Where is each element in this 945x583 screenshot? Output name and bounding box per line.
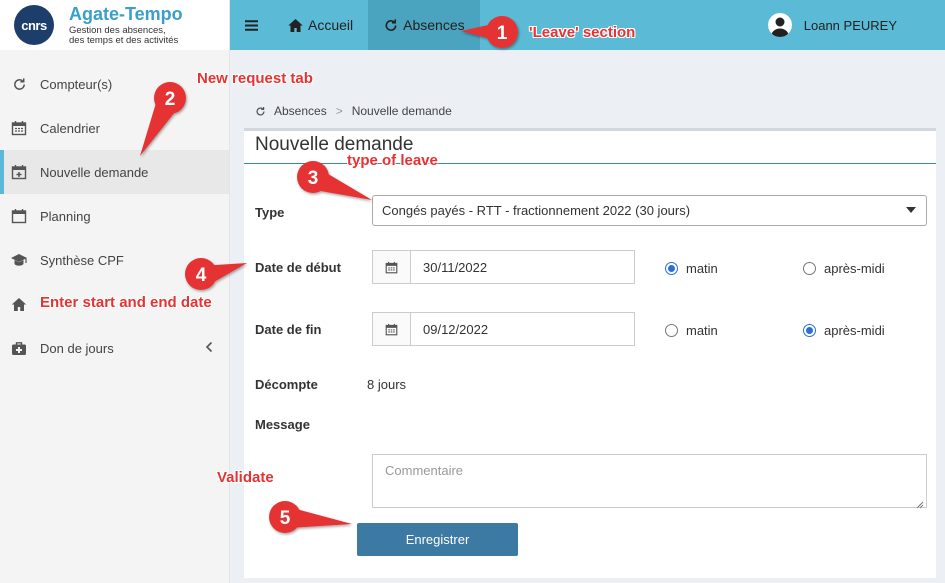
sidebar-item-label: Compteur(s): [40, 76, 113, 92]
breadcrumb-absences[interactable]: Absences: [274, 104, 327, 118]
breadcrumb-separator: >: [335, 104, 343, 118]
topnav-label: Absences: [403, 17, 465, 33]
sidebar-item-label: Calendrier: [40, 120, 100, 136]
count-label: Décompte: [255, 377, 318, 392]
menu-toggle-icon[interactable]: [230, 0, 272, 50]
annotation-4-text: Enter start and end date: [40, 294, 212, 311]
resize-grip-icon[interactable]: [916, 497, 924, 509]
radio-checked[interactable]: [665, 262, 678, 275]
end-morning-radio[interactable]: matin: [665, 323, 718, 338]
end-date-field[interactable]: 09/12/2022: [372, 312, 635, 346]
app-subtitle-2: des temps et des activités: [69, 34, 179, 46]
start-date-field[interactable]: 30/11/2022: [372, 250, 635, 284]
sidebar-item-planning[interactable]: Planning: [0, 194, 229, 238]
breadcrumb: Absences > Nouvelle demande: [255, 104, 452, 118]
radio-unchecked[interactable]: [803, 262, 816, 275]
cnrs-logo[interactable]: cnrs: [14, 5, 54, 45]
sidebar-item-label: Planning: [40, 208, 91, 224]
leave-type-select[interactable]: Congés payés - RTT - fractionnement 2022…: [372, 195, 927, 226]
calendar-icon: [10, 119, 28, 137]
topnav-accueil[interactable]: Accueil: [272, 0, 368, 50]
save-button[interactable]: Enregistrer: [357, 523, 518, 556]
medkit-icon: [10, 339, 28, 357]
sidebar-item-label: Synthèse CPF: [40, 252, 124, 268]
radio-label: matin: [686, 261, 718, 276]
sidebar-item-compteurs[interactable]: Compteur(s): [0, 62, 229, 106]
annotation-1-text: 'Leave' section: [529, 24, 636, 41]
sidebar-nav: Compteur(s) Calendrier Nouvelle demande …: [0, 62, 229, 370]
radio-checked[interactable]: [803, 324, 816, 337]
calendar-icon[interactable]: [373, 251, 411, 283]
comment-textarea[interactable]: Commentaire: [372, 454, 927, 509]
user-name: Loann PEUREY: [803, 17, 897, 33]
home-icon: [10, 295, 28, 313]
sidebar-item-synthese-cpf[interactable]: Synthèse CPF: [0, 238, 229, 282]
sidebar-item-label: Don de jours: [40, 340, 114, 356]
home-icon: [287, 18, 304, 33]
refresh-icon: [383, 18, 399, 33]
caret-down-icon: [906, 207, 916, 213]
user-menu[interactable]: Loann PEUREY: [767, 0, 897, 50]
topnav-label: Accueil: [308, 17, 354, 33]
graduation-cap-icon: [10, 251, 28, 269]
calendar-icon[interactable]: [373, 313, 411, 345]
type-label: Type: [255, 205, 285, 220]
sidebar-item-don-de-jours[interactable]: Don de jours: [0, 326, 229, 370]
sidebar-item-calendrier[interactable]: Calendrier: [0, 106, 229, 150]
end-date-label: Date de fin: [255, 322, 322, 337]
logo-area: cnrs Agate-Tempo Gestion des absences, d…: [0, 0, 229, 50]
start-date-value[interactable]: 30/11/2022: [411, 251, 487, 283]
end-date-value[interactable]: 09/12/2022: [411, 313, 488, 345]
calendar-plus-icon: [10, 163, 28, 181]
annotation-5-text: Validate: [217, 469, 274, 486]
comment-placeholder: Commentaire: [385, 463, 464, 478]
radio-label: après-midi: [824, 323, 885, 338]
app-subtitle-1: Gestion des absences,: [69, 24, 166, 36]
count-value: 8 jours: [367, 377, 407, 392]
sidebar: cnrs Agate-Tempo Gestion des absences, d…: [0, 0, 230, 583]
topnav-absences[interactable]: Absences: [368, 0, 480, 50]
radio-label: matin: [686, 323, 718, 338]
leave-type-value: Congés payés - RTT - fractionnement 2022…: [382, 203, 691, 218]
start-afternoon-radio[interactable]: après-midi: [803, 261, 885, 276]
refresh-icon: [255, 106, 266, 117]
end-afternoon-radio[interactable]: après-midi: [803, 323, 885, 338]
sidebar-item-nouvelle-demande[interactable]: Nouvelle demande: [0, 150, 229, 194]
message-label: Message: [255, 417, 310, 432]
chevron-left-icon[interactable]: [205, 340, 213, 356]
start-morning-radio[interactable]: matin: [665, 261, 718, 276]
brand: Agate-Tempo Gestion des absences, des te…: [69, 5, 183, 46]
sidebar-item-label: Nouvelle demande: [40, 164, 149, 180]
annotation-2-text: New request tab: [197, 70, 313, 87]
app-title[interactable]: Agate-Tempo: [69, 5, 183, 23]
start-date-label: Date de début: [255, 260, 341, 275]
refresh-icon: [10, 75, 28, 93]
request-form-panel: Nouvelle demande Type Congés payés - RTT…: [244, 128, 936, 578]
calendar-icon: [10, 207, 28, 225]
annotation-3-text: type of leave: [347, 152, 438, 169]
radio-label: après-midi: [824, 261, 885, 276]
avatar: [767, 13, 792, 37]
radio-unchecked[interactable]: [665, 324, 678, 337]
breadcrumb-current: Nouvelle demande: [351, 104, 452, 118]
